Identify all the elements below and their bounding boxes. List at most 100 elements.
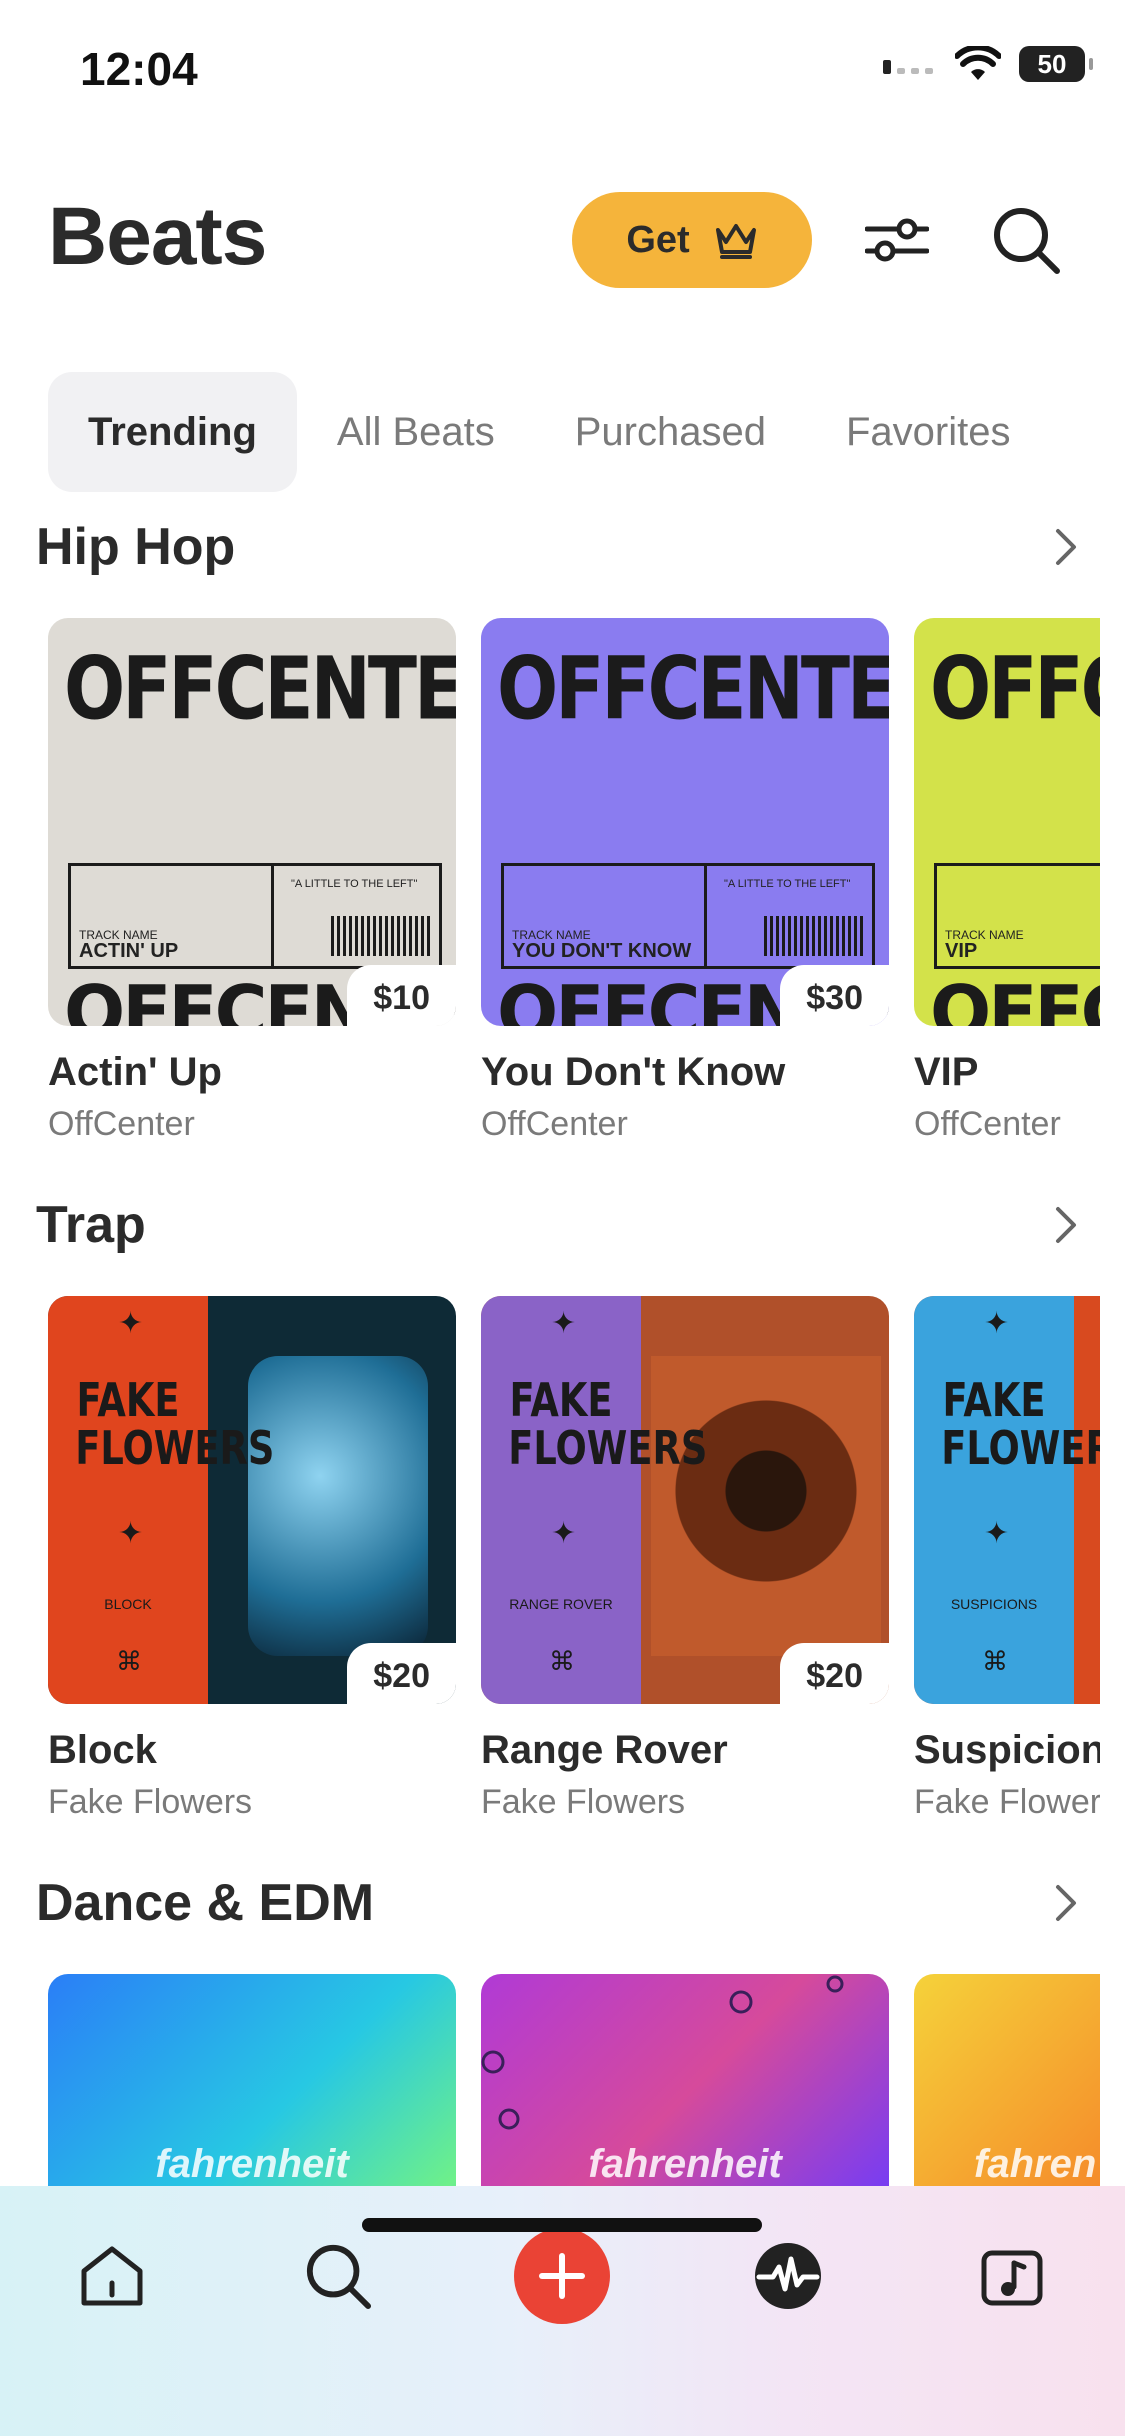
sliders-icon bbox=[865, 218, 929, 262]
track-title: Range Rover bbox=[481, 1728, 728, 1772]
status-time: 12:04 bbox=[80, 43, 198, 95]
get-label: Get bbox=[626, 218, 690, 261]
track-title: Block bbox=[48, 1728, 157, 1772]
beat-card[interactable]: OFFCENTER TRACK NAME ACTIN' UP "A LITTLE… bbox=[48, 618, 456, 1144]
beat-cover: ✦ FAKE FLOWERS ✦ RANGE ROVER ⌘ $20 bbox=[481, 1296, 889, 1704]
cover-divider bbox=[704, 866, 707, 966]
track-artist: OffCenter bbox=[481, 1105, 628, 1143]
nav-library[interactable] bbox=[962, 2226, 1062, 2326]
track-artist: Fake Flowers bbox=[48, 1783, 253, 1821]
beat-cover: OFFCENTER TRACK NAME ACTIN' UP "A LITTLE… bbox=[48, 618, 456, 1026]
section-title: Dance & EDM bbox=[36, 1874, 375, 1932]
section-title: Trap bbox=[36, 1196, 146, 1254]
section-header-hip-hop[interactable]: Hip Hop bbox=[36, 512, 1086, 582]
chevron-right-icon bbox=[1056, 1885, 1076, 1921]
nav-home[interactable] bbox=[62, 2226, 162, 2326]
cover-strip: ✦ FAKE FLOWERS ✦ SUSPICIONS ⌘ bbox=[914, 1296, 1100, 1704]
music-note-icon bbox=[981, 2250, 1043, 2306]
logo-icon: ⌘ bbox=[116, 1646, 142, 1676]
price-badge: $20 bbox=[780, 1643, 889, 1704]
tab-purchased[interactable]: Purchased bbox=[535, 372, 806, 492]
section-header-dance-edm[interactable]: Dance & EDM bbox=[36, 1868, 1086, 1938]
track-artist: Fake Flowers bbox=[914, 1783, 1100, 1821]
search-icon bbox=[306, 2244, 372, 2310]
cover-subtitle: "A LITTLE TO THE LEFT" bbox=[724, 878, 851, 890]
star-icon: ✦ bbox=[118, 1307, 144, 1340]
filter-button[interactable] bbox=[857, 200, 937, 280]
status-icons: 50 bbox=[883, 46, 1093, 82]
section-title: Hip Hop bbox=[36, 518, 236, 576]
car-graphic bbox=[651, 1356, 881, 1656]
wifi-icon bbox=[955, 46, 1001, 80]
star-icon: ✦ bbox=[551, 1307, 577, 1340]
hip-hop-row: OFFCENTER TRACK NAME ACTIN' UP "A LITTLE… bbox=[48, 618, 1100, 1144]
tab-trending[interactable]: Trending bbox=[48, 372, 297, 492]
cover-track-name: ACTIN' UP bbox=[79, 940, 179, 962]
beat-cover: ✦ FAKE FLOWERS ✦ BLOCK ⌘ $20 bbox=[48, 1296, 456, 1704]
beat-card[interactable]: ✦ FAKE FLOWERS ✦ SUSPICIONS ⌘ Suspicions… bbox=[914, 1296, 1100, 1822]
star-icon: ✦ bbox=[984, 1307, 1010, 1340]
trap-row: ✦ FAKE FLOWERS ✦ BLOCK ⌘ $20 Block Fake … bbox=[48, 1296, 1100, 1822]
search-button[interactable] bbox=[986, 200, 1066, 280]
cover-brand-text: fahren bbox=[974, 2142, 1097, 2186]
track-artist: Fake Flowers bbox=[481, 1783, 686, 1821]
beat-card[interactable]: OFFCENTER TRACK NAME YOU DON'T KNOW "A L… bbox=[481, 618, 889, 1144]
section-header-trap[interactable]: Trap bbox=[36, 1190, 1086, 1260]
nav-activity[interactable] bbox=[738, 2226, 838, 2326]
tab-all-beats[interactable]: All Beats bbox=[297, 372, 535, 492]
barcode-graphic bbox=[331, 916, 431, 956]
cover-divider bbox=[271, 866, 274, 966]
cover-brand-text: fahrenheit bbox=[588, 2142, 782, 2186]
cover-subtitle: "A LITTLE TO THE LEFT" bbox=[291, 878, 418, 890]
add-button[interactable] bbox=[514, 2228, 610, 2324]
cover-label-box: TRACK NAME VIP bbox=[934, 863, 1100, 969]
search-icon bbox=[994, 208, 1060, 274]
beat-cover: OFFCE TRACK NAME VIP OFFCE bbox=[914, 618, 1100, 1026]
beat-cover: ✦ FAKE FLOWERS ✦ SUSPICIONS ⌘ bbox=[914, 1296, 1100, 1704]
cover-brand-text: OFFCENTER bbox=[497, 638, 889, 739]
nav-search[interactable] bbox=[288, 2226, 388, 2326]
crown-icon bbox=[715, 224, 756, 259]
track-artist: OffCenter bbox=[914, 1105, 1061, 1143]
price-badge: $10 bbox=[347, 965, 456, 1026]
cover-brand-text: fahrenheit bbox=[155, 2142, 349, 2186]
logo-icon: ⌘ bbox=[549, 1646, 575, 1676]
cover-track-name: BLOCK bbox=[104, 1596, 152, 1612]
page-title: Beats bbox=[48, 191, 267, 282]
track-artist: OffCenter bbox=[48, 1105, 195, 1143]
cover-track-name: VIP bbox=[945, 940, 978, 962]
barcode-graphic bbox=[764, 916, 864, 956]
track-title: You Don't Know bbox=[481, 1050, 786, 1094]
add-icon bbox=[539, 2253, 585, 2299]
chevron-right-icon bbox=[1056, 1207, 1076, 1243]
track-title: VIP bbox=[914, 1050, 979, 1094]
cover-brand-text: FAKE FLOWERS bbox=[508, 1373, 708, 1475]
home-indicator[interactable] bbox=[362, 2218, 762, 2232]
beat-card[interactable]: ✦ FAKE FLOWERS ✦ RANGE ROVER ⌘ $20 Range… bbox=[481, 1296, 889, 1822]
price-badge: $30 bbox=[780, 965, 889, 1026]
get-premium-button[interactable]: Get bbox=[572, 192, 812, 288]
tab-favorites[interactable]: Favorites bbox=[806, 372, 1051, 492]
cover-track-name: RANGE ROVER bbox=[509, 1596, 613, 1612]
beat-cover: OFFCENTER TRACK NAME YOU DON'T KNOW "A L… bbox=[481, 618, 889, 1026]
header: Beats Get bbox=[0, 180, 1125, 300]
cover-brand-text: OFFCE bbox=[930, 970, 1100, 1026]
chevron-right-icon bbox=[1056, 529, 1076, 565]
cover-track-name: YOU DON'T KNOW bbox=[512, 940, 692, 962]
cover-strip: ✦ FAKE FLOWERS ✦ BLOCK ⌘ bbox=[48, 1296, 275, 1704]
signal-icon bbox=[883, 60, 933, 74]
beat-card[interactable]: OFFCE TRACK NAME VIP OFFCE VIP OffCenter bbox=[914, 618, 1100, 1144]
home-icon bbox=[81, 2246, 143, 2306]
cover-brand-text: FAKE FLOWERS bbox=[75, 1373, 275, 1475]
cover-brand-text: OFFCENTER bbox=[64, 638, 456, 739]
battery-indicator: 50 bbox=[1019, 46, 1093, 82]
cover-track-name: SUSPICIONS bbox=[950, 1596, 1038, 1612]
logo-icon: ⌘ bbox=[982, 1646, 1008, 1676]
cover-label-box: TRACK NAME YOU DON'T KNOW "A LITTLE TO T… bbox=[501, 863, 875, 969]
price-badge: $20 bbox=[347, 1643, 456, 1704]
waveform-icon bbox=[755, 2243, 821, 2309]
nav-add[interactable] bbox=[512, 2226, 612, 2326]
cover-label-box: TRACK NAME ACTIN' UP "A LITTLE TO THE LE… bbox=[68, 863, 442, 969]
cover-brand-text: OFFCE bbox=[930, 638, 1100, 739]
beat-card[interactable]: ✦ FAKE FLOWERS ✦ BLOCK ⌘ $20 Block Fake … bbox=[48, 1296, 456, 1822]
